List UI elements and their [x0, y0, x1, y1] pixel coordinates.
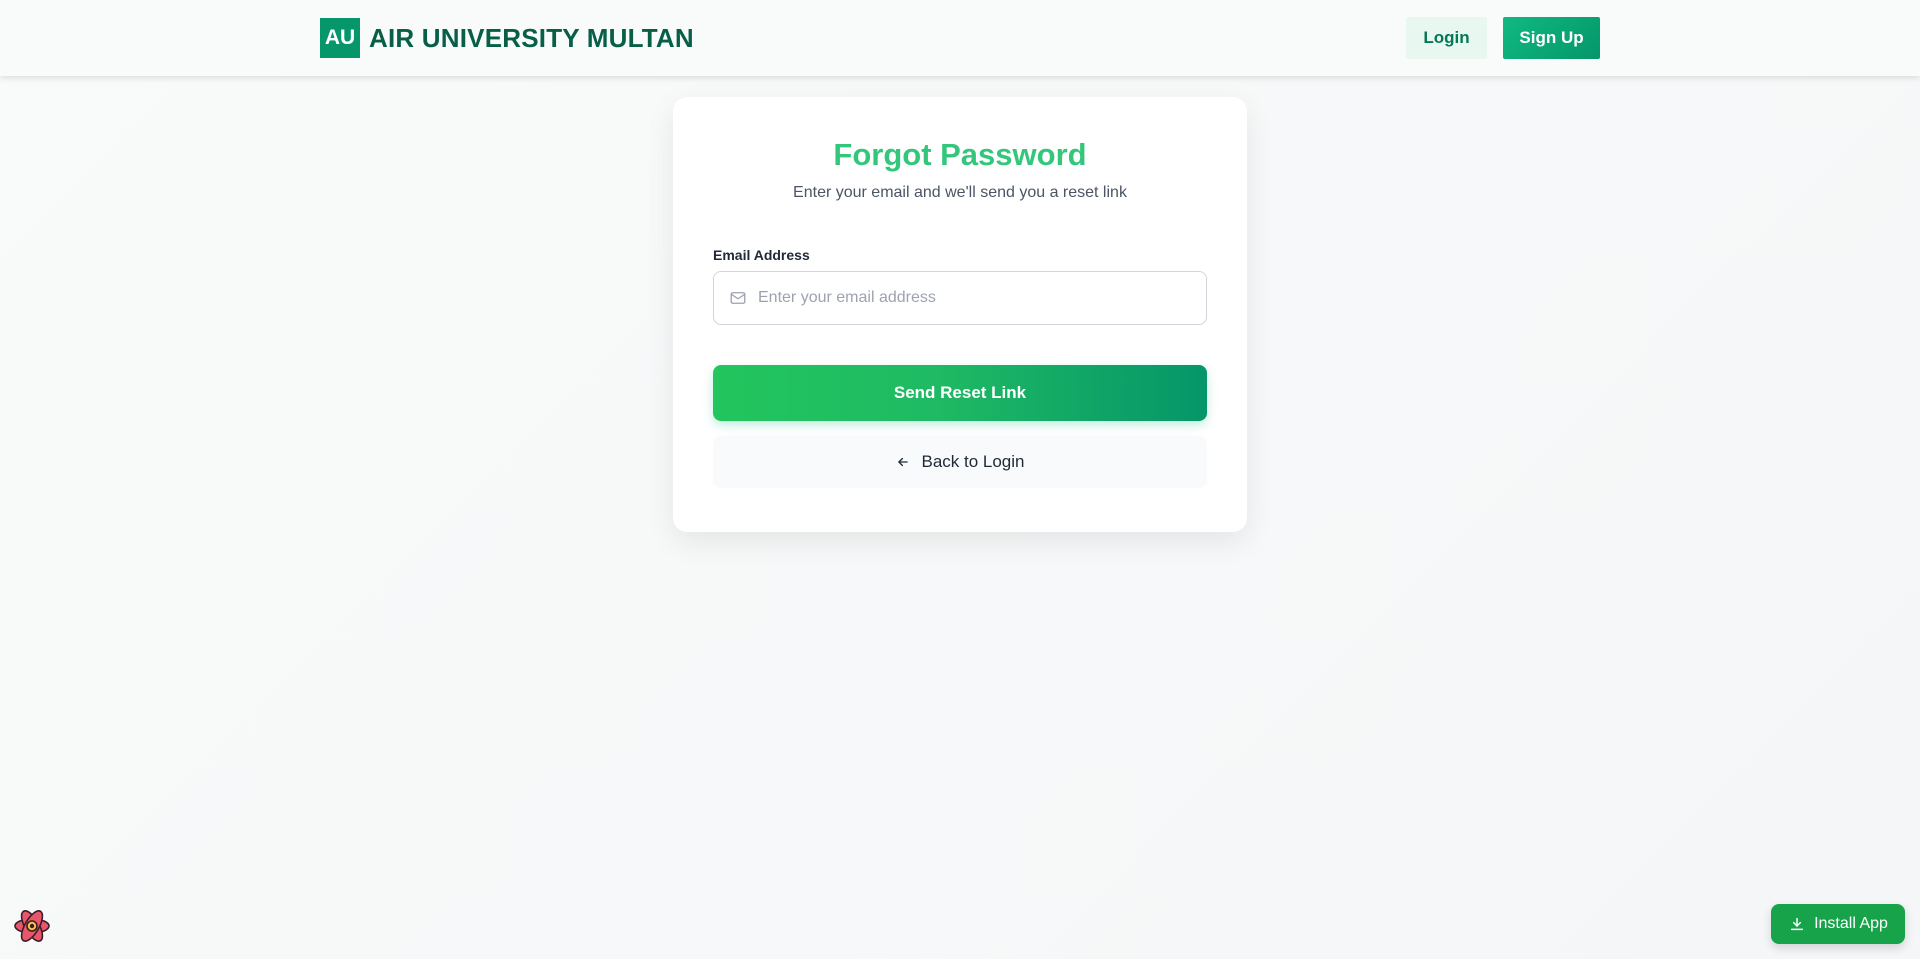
signup-button[interactable]: Sign Up [1503, 17, 1600, 59]
back-to-login-button[interactable]: Back to Login [713, 436, 1207, 488]
brand-name: AIR UNIVERSITY MULTAN [369, 22, 694, 53]
page-title: Forgot Password [833, 137, 1087, 172]
install-app-button[interactable]: Install App [1771, 904, 1905, 944]
react-icon[interactable] [12, 906, 52, 946]
email-field[interactable] [713, 271, 1207, 325]
email-input[interactable] [758, 272, 1206, 324]
login-button[interactable]: Login [1406, 17, 1487, 59]
send-reset-link-button[interactable]: Send Reset Link [713, 365, 1207, 421]
brand[interactable]: AU AIR UNIVERSITY MULTAN [320, 18, 694, 58]
arrow-left-icon [895, 454, 911, 470]
install-app-label: Install App [1814, 915, 1888, 932]
forgot-password-card: Forgot Password Enter your email and we'… [673, 97, 1247, 532]
email-label: Email Address [713, 247, 810, 263]
back-to-login-label: Back to Login [921, 452, 1025, 471]
brand-logo: AU [320, 18, 360, 58]
page-subtitle: Enter your email and we'll send you a re… [793, 184, 1127, 201]
top-navbar: AU AIR UNIVERSITY MULTAN Login Sign Up [0, 0, 1920, 76]
mail-icon [728, 288, 748, 308]
download-icon [1788, 915, 1806, 933]
